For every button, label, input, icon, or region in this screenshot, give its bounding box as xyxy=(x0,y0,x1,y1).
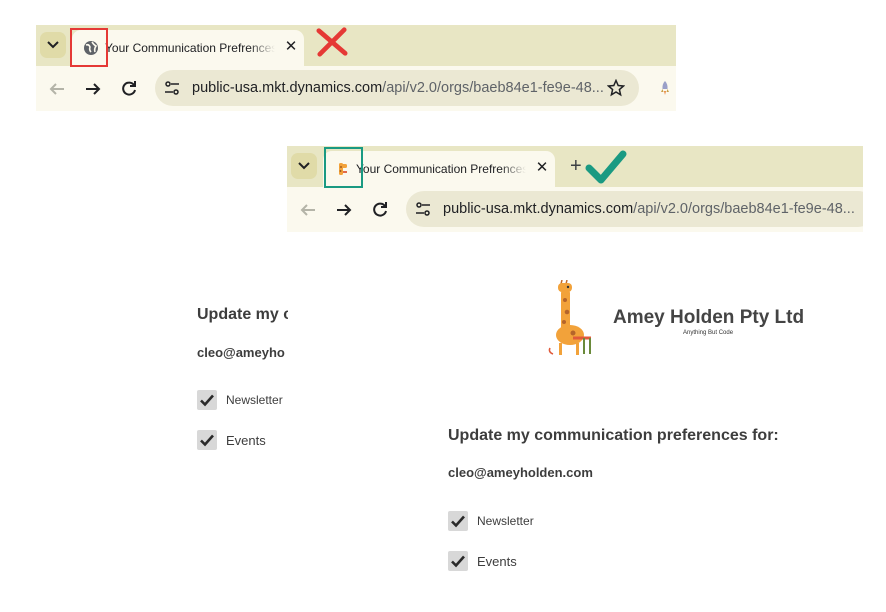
reload-icon xyxy=(373,202,387,217)
company-tagline: Anything But Code xyxy=(683,330,734,336)
arrow-left-icon xyxy=(49,83,64,95)
navigation-toolbar: public-usa.mkt.dynamics.com/api/v2.0/org… xyxy=(36,66,676,111)
newsletter-label: Newsletter xyxy=(226,393,283,407)
preferences-heading: Update my communication preferences for: xyxy=(448,427,779,444)
site-settings-icon[interactable] xyxy=(415,201,431,217)
favicon-highlight-green xyxy=(324,147,363,188)
close-icon[interactable]: ✕ xyxy=(534,160,550,176)
address-bar[interactable]: public-usa.mkt.dynamics.com/api/v2.0/org… xyxy=(406,191,863,227)
rocket-extension-icon[interactable] xyxy=(658,80,672,96)
tab-search-button[interactable] xyxy=(291,153,317,179)
events-checkbox[interactable] xyxy=(448,551,468,571)
tab-search-button[interactable] xyxy=(40,32,66,58)
address-bar[interactable]: public-usa.mkt.dynamics.com/api/v2.0/org… xyxy=(155,70,639,106)
checkmark-icon xyxy=(451,555,465,568)
red-cross-icon xyxy=(316,27,348,57)
forward-button[interactable] xyxy=(82,78,104,100)
events-checkbox[interactable] xyxy=(197,430,217,450)
reload-button[interactable] xyxy=(118,78,140,100)
browser-window-after: Your Communication Prefrences ✕ + public… xyxy=(287,146,863,232)
tab-title: Your Communication Prefrences xyxy=(356,162,526,176)
preference-row-newsletter[interactable]: Newsletter xyxy=(197,390,283,410)
chevron-down-icon xyxy=(47,41,59,49)
back-button[interactable] xyxy=(46,78,68,100)
arrow-right-icon xyxy=(337,204,352,216)
reload-icon xyxy=(122,81,136,96)
browser-window-before: Your Communication Prefrences ✕ public-u… xyxy=(36,25,676,111)
events-label: Events xyxy=(226,432,266,448)
checkmark-icon xyxy=(200,394,214,407)
checkmark-icon xyxy=(200,434,214,447)
url-domain: public-usa.mkt.dynamics.com xyxy=(443,201,634,217)
close-icon[interactable]: ✕ xyxy=(283,39,299,55)
company-logo: Amey Holden Pty Ltd Anything But Code xyxy=(545,280,820,360)
email-address: cleo@ameyholden.com xyxy=(448,465,593,480)
events-label: Events xyxy=(477,553,517,569)
new-tab-button[interactable]: + xyxy=(570,156,582,176)
green-checkmark-icon xyxy=(585,150,627,184)
back-button[interactable] xyxy=(297,199,319,221)
giraffe-icon xyxy=(548,280,591,355)
url-path: /api/v2.0/orgs/baeb84e1-fe9e-48... xyxy=(633,201,855,217)
tab-strip: Your Communication Prefrences ✕ xyxy=(36,25,676,66)
preference-row-newsletter[interactable]: Newsletter xyxy=(448,511,534,531)
bookmark-star-icon[interactable] xyxy=(607,79,625,97)
newsletter-checkbox[interactable] xyxy=(197,390,217,410)
checkmark-icon xyxy=(451,515,465,528)
url-path: /api/v2.0/orgs/baeb84e1-fe9e-48... xyxy=(382,80,604,96)
company-name: Amey Holden Pty Ltd xyxy=(613,307,805,328)
email-address: cleo@ameyho xyxy=(197,345,285,360)
preference-row-events[interactable]: Events xyxy=(448,551,517,571)
arrow-right-icon xyxy=(86,83,101,95)
favicon-highlight-red xyxy=(70,28,108,67)
url-text[interactable]: public-usa.mkt.dynamics.com/api/v2.0/org… xyxy=(192,80,604,96)
navigation-toolbar: public-usa.mkt.dynamics.com/api/v2.0/org… xyxy=(287,187,863,232)
url-domain: public-usa.mkt.dynamics.com xyxy=(192,80,383,96)
preferences-heading: Update my c xyxy=(197,306,288,323)
url-text[interactable]: public-usa.mkt.dynamics.com/api/v2.0/org… xyxy=(443,201,855,217)
arrow-left-icon xyxy=(300,204,315,216)
newsletter-label: Newsletter xyxy=(477,514,534,528)
tab-strip: Your Communication Prefrences ✕ + xyxy=(287,146,863,187)
tab-title: Your Communication Prefrences xyxy=(105,41,275,55)
preference-row-events[interactable]: Events xyxy=(197,430,266,450)
site-settings-icon[interactable] xyxy=(164,80,180,96)
chevron-down-icon xyxy=(298,162,310,170)
reload-button[interactable] xyxy=(369,199,391,221)
newsletter-checkbox[interactable] xyxy=(448,511,468,531)
forward-button[interactable] xyxy=(333,199,355,221)
